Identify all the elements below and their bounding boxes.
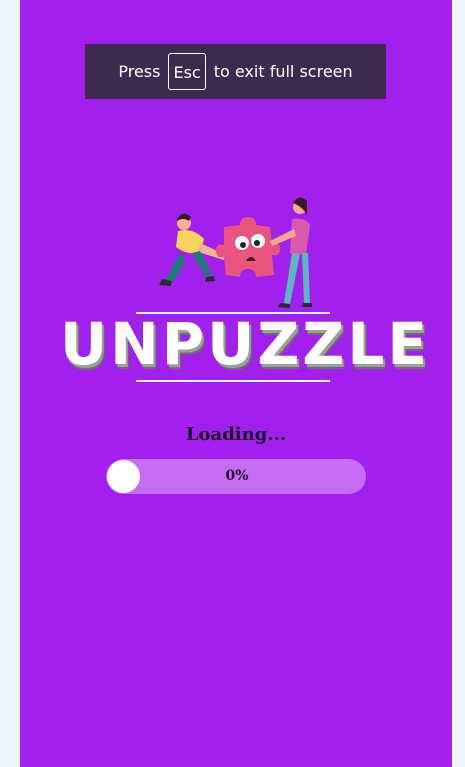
loading-progress-bar: 0% <box>106 459 366 494</box>
logo-bottom-rule <box>136 380 330 382</box>
fullscreen-notice: Press Esc to exit full screen <box>85 44 386 99</box>
loading-label: Loading... <box>185 424 287 445</box>
game-logo-title: UNPUZZLE <box>60 310 430 378</box>
loading-percent-text: 0% <box>225 468 249 484</box>
tug-of-war-illustration <box>159 197 312 308</box>
esc-key-badge: Esc <box>168 53 206 90</box>
game-stage[interactable]: Press Esc to exit full screen UNPUZZLE L… <box>20 0 452 767</box>
fullscreen-press-text: Press <box>118 62 161 81</box>
left-character <box>159 213 226 286</box>
puzzle-piece-mascot <box>216 217 280 277</box>
fullscreen-exit-text: to exit full screen <box>213 62 353 81</box>
